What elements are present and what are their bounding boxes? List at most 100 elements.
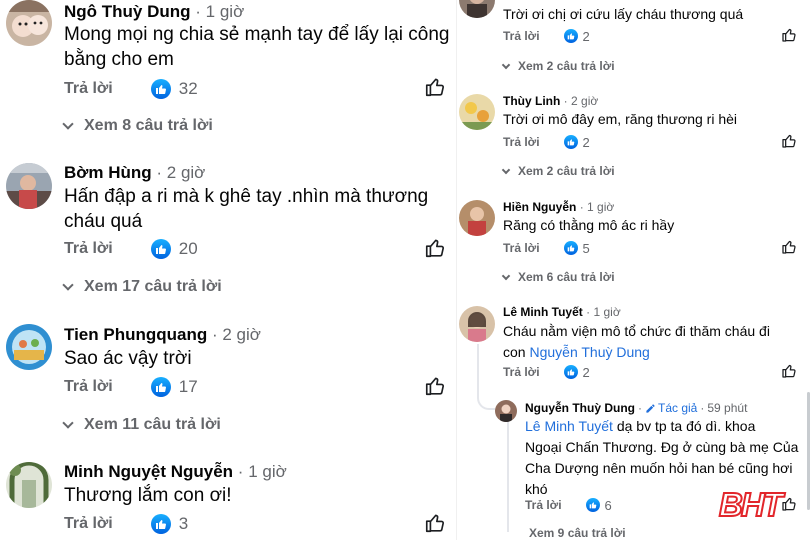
comment-text-line: cháu quá [64,211,143,232]
like-button[interactable] [424,76,446,98]
user-mention-link[interactable]: Nguyễn Thuỳ Dung [529,344,649,360]
view-replies-link[interactable]: Xem 2 câu trả lời [501,59,615,73]
comment-text-line: Răng có thằng mô ác ri hầy [503,217,675,233]
view-replies-label: Xem 17 câu trả lời [84,278,222,295]
child-photo-avatar[interactable] [6,0,52,46]
reply-button[interactable]: Trả lời [503,241,540,255]
commenter-name[interactable]: Bờm Hùng [64,163,152,182]
view-replies-link[interactable]: Xem 9 câu trả lời [529,526,626,540]
thumbs-up-outline-icon [782,364,796,378]
chevron-down-icon [62,279,74,291]
comment-text-line: Thương lắm con ơi! [64,485,232,506]
reply-button[interactable]: Trả lời [503,135,540,149]
like-button[interactable] [424,237,446,259]
comment-time[interactable]: 1 giờ [593,305,620,319]
reply-button[interactable]: Trả lời [525,498,562,512]
like-reaction-icon [563,29,578,43]
reply-button[interactable]: Trả lời [64,378,113,396]
comment-item: Thùy Linh · 2 giờ Trời ơi mô đây em, răn… [457,92,810,182]
comment-text-line: Trời ơi mô đây em, răng thương ri hèi [503,111,738,127]
flower-avatar[interactable] [459,94,495,130]
partial-avatar[interactable] [459,0,495,18]
like-count[interactable]: 6 [605,498,612,513]
comment-time[interactable]: 1 giờ [587,200,614,214]
reply-button[interactable]: Trả lời [64,240,113,258]
comment-time[interactable]: 1 giờ [206,2,245,21]
comment-actions: Trả lời 2 [503,364,590,380]
thumbs-up-outline-icon [425,78,445,97]
like-count[interactable]: 3 [179,514,188,534]
view-replies-label: Xem 11 câu trả lời [84,416,221,433]
person-photo-avatar[interactable] [6,163,52,209]
garden-photo-avatar[interactable] [6,462,52,508]
like-count[interactable]: 2 [583,365,590,380]
comment-header: Bờm Hùng · 2 giờ [64,163,205,183]
like-button[interactable] [781,133,797,149]
like-reaction-icon [150,239,171,259]
commenter-name[interactable]: Lê Minh Tuyết [503,305,583,319]
user-mention-link[interactable]: Lê Minh Tuyết [525,418,613,434]
view-replies-link[interactable]: Xem 17 câu trả lời [62,278,222,296]
reply-button[interactable]: Trả lời [503,29,540,43]
like-count[interactable]: 2 [583,29,590,44]
separator-dot: · [211,325,223,344]
like-count[interactable]: 20 [179,239,198,259]
commenter-name[interactable]: Nguyễn Thuỳ Dung [525,401,635,415]
reply-button[interactable]: Trả lời [64,80,113,98]
right-comment-panel: Trời ơi chị ơi cứu lấy cháu thương quá T… [456,0,810,540]
pencil-icon [646,403,655,413]
author-avatar[interactable] [495,400,517,422]
reply-button[interactable]: Trả lời [64,515,113,533]
view-replies-link[interactable]: Xem 6 câu trả lời [501,270,615,284]
like-reaction-icon [563,135,578,149]
person-photo-avatar[interactable] [459,200,495,236]
reply-button[interactable]: Trả lời [503,365,540,379]
comment-item: Ngô Thuỳ Dung · 1 giờ Mong mọi ng chia s… [0,0,456,140]
comment-text: Mong mọi ng chia sẻ mạnh tay để lấy lại … [64,22,450,72]
comment-time[interactable]: 59 phút [707,401,747,415]
chevron-down-icon [501,271,511,280]
like-reaction-icon [150,79,171,99]
commenter-name[interactable]: Minh Nguyệt Nguyễn [64,462,233,481]
comment-header: Hiền Nguyễn · 1 giờ [503,200,614,214]
commenter-name[interactable]: Hiền Nguyễn [503,200,576,214]
woman-photo-avatar[interactable] [459,306,495,342]
view-replies-link[interactable]: Xem 8 câu trả lời [62,117,213,135]
comment-text-line: Ngoại Chấn Thương. Đg ở cùng bà mẹ Của [525,439,799,455]
thumbs-up-outline-icon [425,514,445,533]
separator-dot: · [237,462,249,481]
thumbs-up-outline-icon [425,377,445,396]
like-count[interactable]: 17 [179,377,198,397]
separator-dot: · [156,163,167,182]
view-replies-label: Xem 2 câu trả lời [518,59,615,73]
commenter-name[interactable]: Tien Phungquang [64,325,207,344]
comment-header: Lê Minh Tuyết · 1 giờ [503,305,621,319]
separator-dot: · [700,401,705,415]
comment-text: Cháu nằm viện mô tổ chức đi thăm cháu đi… [503,321,770,363]
like-button[interactable] [781,363,797,379]
comment-time[interactable]: 2 giờ [167,163,206,182]
like-button[interactable] [781,239,797,255]
author-badge-label: Tác giả [658,401,698,415]
comment-time[interactable]: 2 giờ [222,325,261,344]
comment-actions: Trả lời 32 [64,78,198,100]
like-count[interactable]: 32 [179,79,198,99]
like-button[interactable] [781,496,797,512]
illustration-avatar[interactable] [6,324,52,370]
comment-text-line: Cha Dượng nên muốn hỏi han bé cũng hơi [525,460,793,476]
view-replies-link[interactable]: Xem 2 câu trả lời [501,164,615,178]
comment-time[interactable]: 2 giờ [571,94,598,108]
comment-actions: Trả lời 3 [64,513,188,535]
commenter-name[interactable]: Ngô Thuỳ Dung [64,2,191,21]
like-count[interactable]: 5 [583,241,590,256]
like-count[interactable]: 2 [583,135,590,150]
comment-actions: Trả lời 2 [503,28,590,44]
view-replies-label: Xem 9 câu trả lời [529,526,626,540]
view-replies-link[interactable]: Xem 11 câu trả lời [62,416,221,434]
commenter-name[interactable]: Thùy Linh [503,94,560,108]
like-button[interactable] [781,27,797,43]
like-button[interactable] [424,512,446,534]
comment-item: Minh Nguyệt Nguyễn · 1 giờ Thương lắm co… [0,460,456,540]
like-button[interactable] [424,375,446,397]
comment-time[interactable]: 1 giờ [248,462,287,481]
